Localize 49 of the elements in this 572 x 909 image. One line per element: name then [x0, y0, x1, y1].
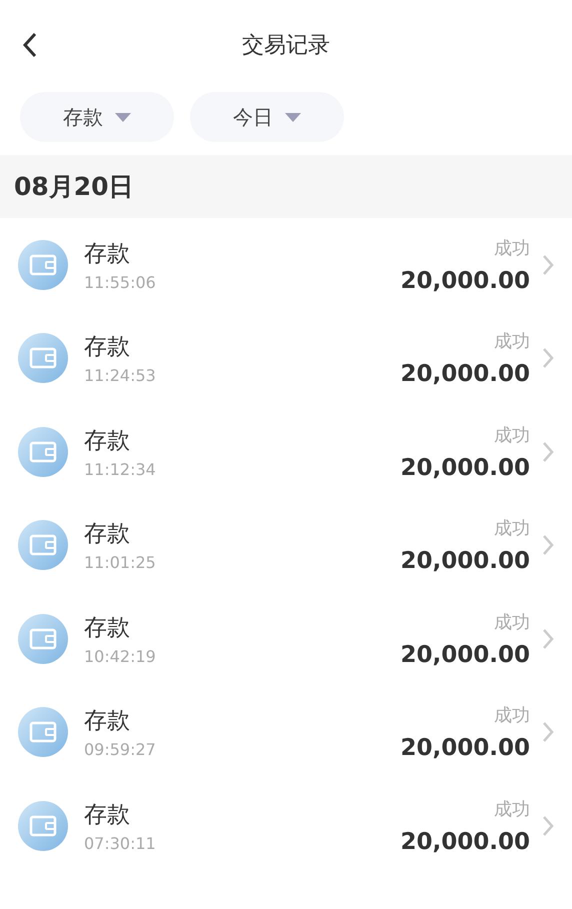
caret-icon	[285, 112, 301, 122]
transaction-type: 存款	[84, 707, 131, 736]
transaction-amount: 20,000.00	[400, 454, 530, 481]
transaction-time: 09:59:27	[84, 740, 157, 760]
wallet-icon	[18, 426, 68, 477]
chevron-right-icon[interactable]	[542, 254, 554, 276]
transaction-status: 成功	[494, 236, 530, 260]
wallet-icon	[18, 614, 68, 664]
chevron-right-icon[interactable]	[542, 440, 554, 463]
transaction-time: 07:30:11	[84, 834, 157, 853]
transaction-time: 10:42:19	[84, 646, 157, 666]
transaction-type: 存款	[84, 614, 131, 643]
transaction-time: 11:12:34	[84, 460, 157, 479]
page-title: 交易记录	[242, 32, 330, 60]
transaction-status: 成功	[494, 704, 530, 728]
wallet-icon	[18, 707, 68, 758]
wallet-icon	[18, 800, 68, 851]
back-icon[interactable]	[22, 32, 38, 58]
wallet-icon	[18, 240, 68, 290]
transaction-status: 成功	[494, 424, 530, 447]
transaction-amount: 20,000.00	[400, 548, 530, 574]
transaction-time: 11:01:25	[84, 553, 157, 572]
transaction-status: 成功	[494, 330, 530, 354]
transaction-type: 存款	[84, 333, 131, 362]
transaction-type: 存款	[84, 426, 131, 456]
chevron-right-icon[interactable]	[542, 347, 554, 370]
filter-dropdown[interactable]: 存款	[20, 92, 174, 142]
transaction-time: 11:24:53	[84, 366, 157, 386]
transaction-type: 存款	[84, 800, 131, 830]
transaction-amount: 20,000.00	[400, 268, 530, 294]
transaction-status: 成功	[494, 517, 530, 540]
chevron-right-icon[interactable]	[542, 814, 554, 837]
transaction-amount: 20,000.00	[400, 642, 530, 668]
transaction-time: 11:55:06	[84, 272, 157, 292]
transaction-status: 成功	[494, 610, 530, 634]
date-label: 08月20日	[14, 171, 134, 203]
wallet-icon	[18, 333, 68, 384]
transaction-type: 存款	[84, 520, 131, 550]
wallet-icon	[18, 520, 68, 570]
chevron-right-icon[interactable]	[542, 628, 554, 650]
transaction-amount: 20,000.00	[400, 828, 530, 855]
filter-dropdown[interactable]: 今日	[190, 92, 344, 142]
chevron-right-icon[interactable]	[542, 534, 554, 556]
chevron-right-icon[interactable]	[542, 721, 554, 744]
transaction-amount: 20,000.00	[400, 735, 530, 762]
transaction-amount: 20,000.00	[400, 361, 530, 388]
transaction-status: 成功	[494, 798, 530, 821]
caret-icon	[115, 112, 131, 122]
transaction-type: 存款	[84, 240, 131, 269]
